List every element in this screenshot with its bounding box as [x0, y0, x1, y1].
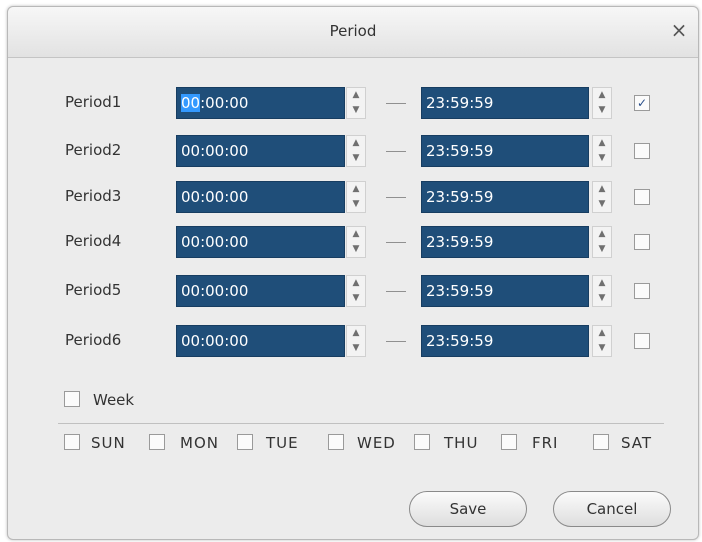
period-enable-checkbox[interactable]	[634, 143, 650, 159]
spin-down-icon[interactable]: ▼	[347, 197, 365, 212]
day-checkbox-sat[interactable]	[593, 434, 609, 450]
spin-down-icon[interactable]: ▼	[593, 197, 611, 212]
period-enable-checkbox[interactable]	[634, 333, 650, 349]
range-dash	[386, 341, 406, 342]
day-label-sun: SUN	[91, 434, 126, 452]
period-label: Period4	[65, 232, 122, 250]
end-time-spinner[interactable]: ▲ ▼	[592, 275, 612, 307]
period-end-input[interactable]: 23:59:59	[421, 325, 589, 357]
day-label-fri: FRI	[532, 434, 559, 452]
day-checkbox-wed[interactable]	[328, 434, 344, 450]
day-label-thu: THU	[444, 434, 479, 452]
period-start-input[interactable]: 00:00:00	[176, 181, 345, 213]
period-enable-checkbox[interactable]: ✓	[634, 95, 650, 111]
day-checkbox-fri[interactable]	[501, 434, 517, 450]
period-start-input[interactable]: 00:00:00	[176, 226, 345, 258]
period-enable-checkbox[interactable]	[634, 189, 650, 205]
spin-up-icon[interactable]: ▲	[593, 227, 611, 242]
time-selected-segment: 00	[181, 94, 201, 112]
spin-down-icon[interactable]: ▼	[347, 291, 365, 306]
day-checkbox-thu[interactable]	[414, 434, 430, 450]
period-label: Period1	[65, 93, 122, 111]
day-label-mon: MON	[180, 434, 219, 452]
spin-down-icon[interactable]: ▼	[593, 291, 611, 306]
week-label: Week	[93, 391, 135, 409]
spin-up-icon[interactable]: ▲	[347, 136, 365, 151]
end-time-spinner[interactable]: ▲ ▼	[592, 226, 612, 258]
spin-up-icon[interactable]: ▲	[593, 136, 611, 151]
period-dialog: Period × Period1 00:00:00 ▲ ▼ 23:59:59 ▲…	[7, 6, 699, 540]
spin-down-icon[interactable]: ▼	[593, 341, 611, 356]
period-row-3: Period3 00:00:00 ▲ ▼ 23:59:59 ▲ ▼	[8, 181, 698, 217]
period-end-input[interactable]: 23:59:59	[421, 226, 589, 258]
spin-up-icon[interactable]: ▲	[347, 227, 365, 242]
range-dash	[386, 151, 406, 152]
spin-up-icon[interactable]: ▲	[593, 88, 611, 103]
period-row-6: Period6 00:00:00 ▲ ▼ 23:59:59 ▲ ▼	[8, 325, 698, 361]
start-time-spinner[interactable]: ▲ ▼	[346, 325, 366, 357]
day-checkbox-sun[interactable]	[64, 434, 80, 450]
period-label: Period5	[65, 281, 122, 299]
day-label-wed: WED	[357, 434, 396, 452]
period-label: Period2	[65, 141, 122, 159]
start-time-spinner[interactable]: ▲ ▼	[346, 181, 366, 213]
day-label-sat: SAT	[621, 434, 653, 452]
spin-down-icon[interactable]: ▼	[347, 151, 365, 166]
period-row-2: Period2 00:00:00 ▲ ▼ 23:59:59 ▲ ▼	[8, 135, 698, 171]
start-time-spinner[interactable]: ▲ ▼	[346, 275, 366, 307]
cancel-button[interactable]: Cancel	[553, 491, 671, 527]
spin-up-icon[interactable]: ▲	[593, 326, 611, 341]
title-bar: Period ×	[8, 7, 698, 58]
day-checkbox-mon[interactable]	[149, 434, 165, 450]
period-start-input[interactable]: 00:00:00	[176, 135, 345, 167]
spin-up-icon[interactable]: ▲	[347, 88, 365, 103]
period-end-input[interactable]: 23:59:59	[421, 275, 589, 307]
period-label: Period3	[65, 187, 122, 205]
end-time-spinner[interactable]: ▲ ▼	[592, 135, 612, 167]
spin-up-icon[interactable]: ▲	[593, 182, 611, 197]
period-enable-checkbox[interactable]	[634, 283, 650, 299]
spin-up-icon[interactable]: ▲	[347, 276, 365, 291]
period-enable-checkbox[interactable]	[634, 234, 650, 250]
save-button[interactable]: Save	[409, 491, 527, 527]
period-start-input[interactable]: 00:00:00	[176, 87, 345, 119]
end-time-spinner[interactable]: ▲ ▼	[592, 181, 612, 213]
week-checkbox[interactable]	[64, 391, 80, 407]
spin-down-icon[interactable]: ▼	[593, 103, 611, 118]
period-end-input[interactable]: 23:59:59	[421, 87, 589, 119]
spin-up-icon[interactable]: ▲	[347, 326, 365, 341]
period-end-input[interactable]: 23:59:59	[421, 181, 589, 213]
spin-up-icon[interactable]: ▲	[347, 182, 365, 197]
range-dash	[386, 103, 406, 104]
dialog-title: Period	[329, 22, 377, 40]
spin-down-icon[interactable]: ▼	[347, 341, 365, 356]
period-label: Period6	[65, 331, 122, 349]
period-row-5: Period5 00:00:00 ▲ ▼ 23:59:59 ▲ ▼	[8, 275, 698, 311]
spin-up-icon[interactable]: ▲	[593, 276, 611, 291]
period-row-4: Period4 00:00:00 ▲ ▼ 23:59:59 ▲ ▼	[8, 226, 698, 262]
end-time-spinner[interactable]: ▲ ▼	[592, 325, 612, 357]
period-start-input[interactable]: 00:00:00	[176, 325, 345, 357]
start-time-spinner[interactable]: ▲ ▼	[346, 135, 366, 167]
period-row-1: Period1 00:00:00 ▲ ▼ 23:59:59 ▲ ▼ ✓	[8, 87, 698, 123]
period-start-input[interactable]: 00:00:00	[176, 275, 345, 307]
time-remainder: :00:00	[200, 94, 249, 112]
spin-down-icon[interactable]: ▼	[347, 103, 365, 118]
period-end-input[interactable]: 23:59:59	[421, 135, 589, 167]
spin-down-icon[interactable]: ▼	[593, 242, 611, 257]
day-label-tue: TUE	[266, 434, 299, 452]
end-time-spinner[interactable]: ▲ ▼	[592, 87, 612, 119]
range-dash	[386, 291, 406, 292]
range-dash	[386, 197, 406, 198]
range-dash	[386, 242, 406, 243]
day-checkbox-tue[interactable]	[237, 434, 253, 450]
spin-down-icon[interactable]: ▼	[347, 242, 365, 257]
spin-down-icon[interactable]: ▼	[593, 151, 611, 166]
close-icon[interactable]: ×	[668, 19, 690, 41]
start-time-spinner[interactable]: ▲ ▼	[346, 87, 366, 119]
divider	[58, 423, 664, 424]
start-time-spinner[interactable]: ▲ ▼	[346, 226, 366, 258]
